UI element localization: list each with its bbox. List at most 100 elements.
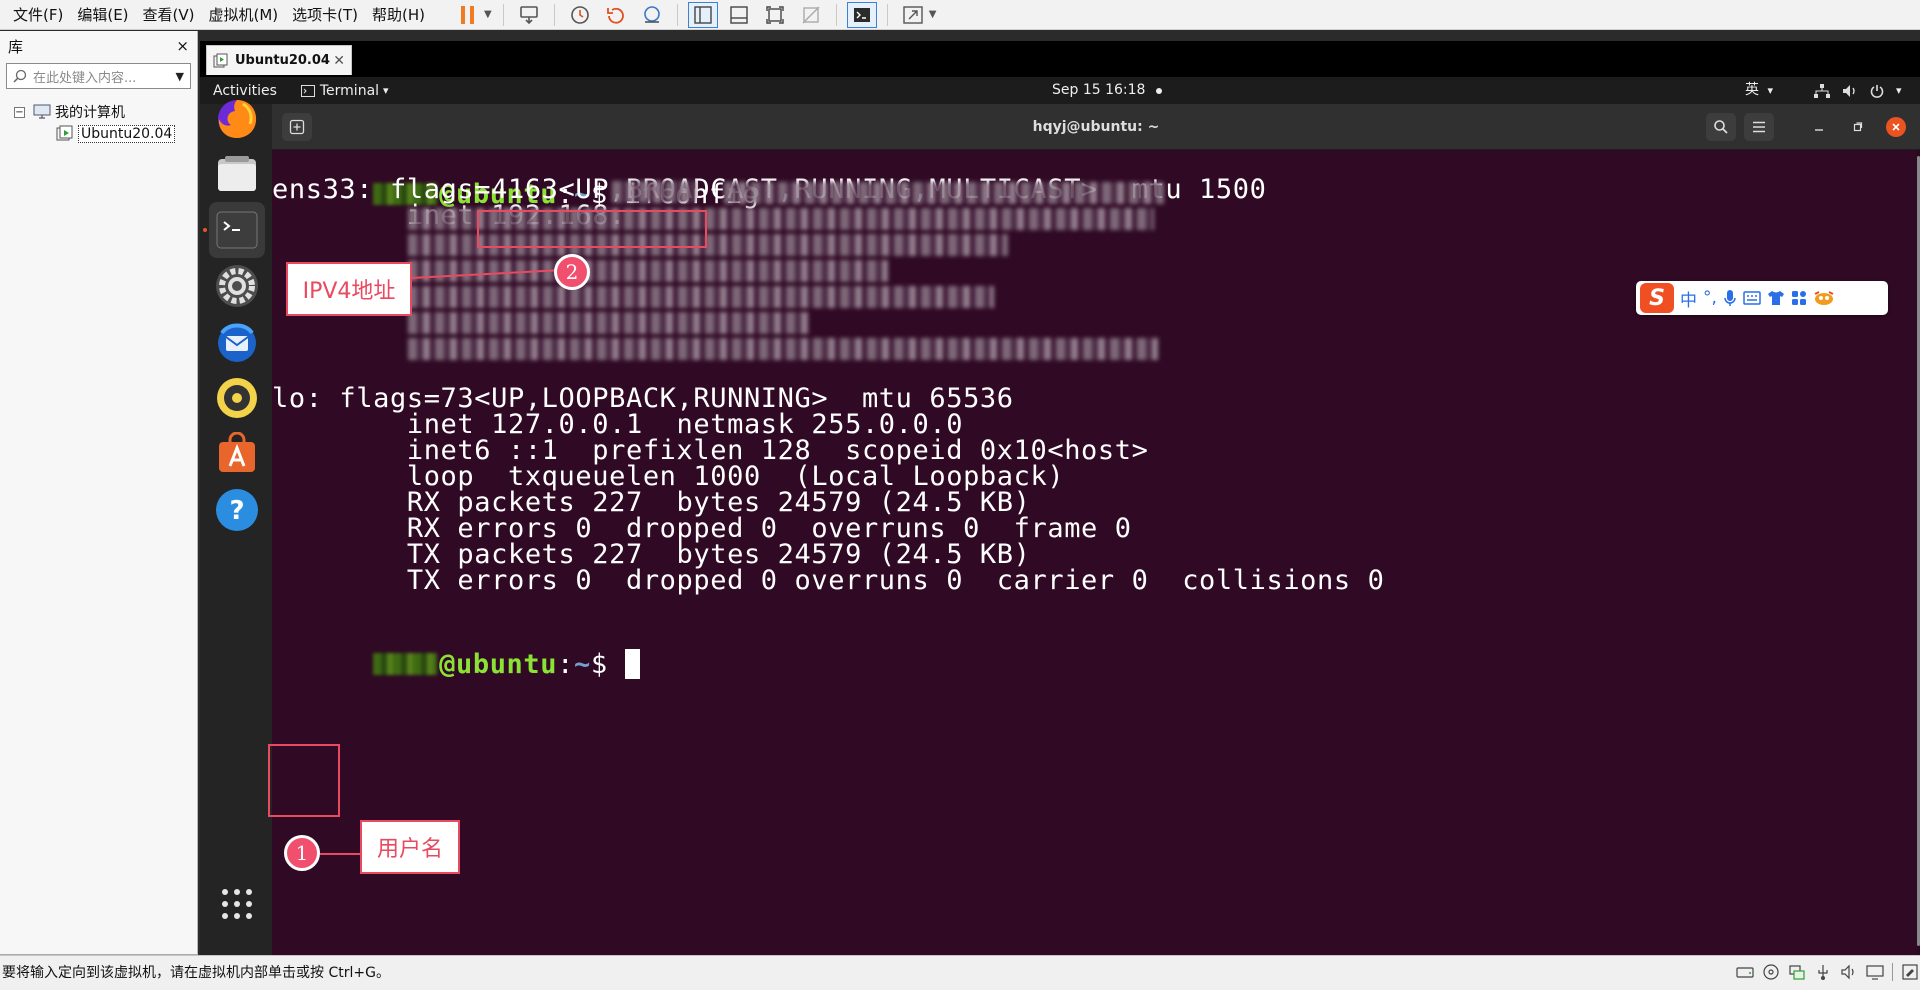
unity-disabled-icon — [802, 6, 820, 23]
terminal-search-button[interactable] — [1706, 113, 1736, 141]
tab-ubuntu[interactable]: Ubuntu20.04 ✕ — [206, 45, 352, 75]
usb-device-icon[interactable] — [1814, 963, 1832, 981]
tree-item-ubuntu-vm[interactable]: Ubuntu20.04 — [0, 123, 197, 145]
skin-shirt-icon[interactable] — [1767, 290, 1785, 306]
vmware-window: 文件(F) 编辑(E) 查看(V) 虚拟机(M) 选项卡(T) 帮助(H) ▼ — [0, 0, 1920, 990]
menu-view[interactable]: 查看(V) — [136, 0, 202, 30]
terminal-small-icon — [300, 84, 315, 97]
terminal-title: hqyj@ubuntu: ~ — [1032, 119, 1160, 135]
menu-file[interactable]: 文件(F) — [0, 0, 70, 30]
toolbox-grid-icon[interactable] — [1791, 290, 1807, 306]
library-title: 库 — [8, 37, 24, 56]
sogou-ime-toolbar[interactable]: S 中 °, — [1636, 281, 1888, 315]
dock-terminal[interactable] — [209, 202, 265, 258]
pause-dropdown-icon[interactable]: ▼ — [484, 9, 492, 20]
minimize-icon — [1815, 129, 1823, 131]
library-search-input[interactable]: 在此处键入内容... ▼ — [6, 63, 191, 89]
ime-punctuation-mode[interactable]: °, — [1703, 288, 1717, 308]
revert-icon — [606, 7, 624, 24]
username-blurred — [373, 653, 438, 675]
dock-help[interactable]: ? — [209, 482, 265, 538]
cd-dvd-icon[interactable] — [1762, 963, 1780, 981]
snapshot-button[interactable] — [565, 2, 595, 28]
dock-files[interactable] — [209, 146, 265, 202]
terminal-cursor — [624, 649, 640, 679]
dock-settings[interactable] — [209, 258, 265, 314]
tree-collapse-toggle[interactable]: − — [14, 106, 25, 118]
thumbnail-bar-button[interactable] — [724, 2, 754, 28]
input-method-label: 英 — [1745, 82, 1759, 98]
system-menu[interactable]: ▾ — [1814, 77, 1902, 104]
tree-item-my-computer[interactable]: − 我的计算机 — [0, 101, 197, 123]
keyboard-icon[interactable] — [1743, 291, 1761, 305]
fit-window-button[interactable] — [760, 2, 790, 28]
app-menu[interactable]: Terminal ▾ — [300, 82, 389, 99]
terminal-headerbar: hqyj@ubuntu: ~ — [272, 104, 1920, 150]
full-screen-button[interactable] — [898, 2, 928, 28]
full-screen-dropdown-icon[interactable]: ▼ — [929, 9, 937, 20]
toolbar-separator — [553, 3, 555, 26]
annotation-username-highlight — [268, 744, 340, 817]
annotation-ipv4-label: IPV4地址 — [286, 262, 412, 316]
prompt-separator: : — [557, 649, 574, 680]
menu-edit[interactable]: 编辑(E) — [70, 0, 135, 30]
terminal-menu-button[interactable] — [1744, 113, 1774, 141]
clock[interactable]: Sep 15 16:18 — [1052, 77, 1145, 104]
dock-rhythmbox[interactable] — [209, 370, 265, 426]
vmware-menubar: 文件(F) 编辑(E) 查看(V) 虚拟机(M) 选项卡(T) 帮助(H) ▼ — [0, 0, 1920, 30]
search-dropdown-icon[interactable]: ▼ — [176, 70, 184, 83]
disable-unity-button[interactable] — [796, 2, 826, 28]
show-library-button[interactable] — [687, 1, 718, 28]
settings-gear-icon — [216, 265, 258, 307]
close-window-button[interactable] — [1886, 117, 1906, 137]
sound-card-icon[interactable] — [1840, 963, 1858, 981]
volume-icon — [1843, 84, 1855, 97]
prompt-path: ~ — [574, 649, 591, 680]
software-store-icon — [219, 432, 255, 472]
dock-show-applications[interactable] — [209, 876, 265, 932]
dock-thunderbird[interactable] — [209, 314, 265, 370]
display-icon[interactable] — [1866, 963, 1884, 981]
input-method-indicator[interactable]: 英 ▾ — [1745, 77, 1773, 104]
library-panel: 库 × 在此处键入内容... ▼ − 我的计算机 Ubuntu20.04 — [0, 31, 198, 955]
library-close-button[interactable]: × — [176, 37, 189, 55]
snapshot-manager-icon — [643, 5, 660, 23]
message-log-icon[interactable] — [1901, 963, 1919, 981]
annotation-badge-1: 1 — [284, 835, 320, 871]
microphone-icon[interactable] — [1723, 289, 1737, 307]
app-grid-icon — [222, 889, 252, 919]
menu-tabs[interactable]: 选项卡(T) — [285, 0, 365, 30]
blurred-rx-packets — [408, 260, 888, 282]
hamburger-menu-icon — [1753, 121, 1765, 133]
pause-button[interactable] — [453, 2, 483, 28]
console-view-button[interactable] — [846, 1, 877, 28]
dock-software[interactable] — [209, 426, 265, 482]
blurred-rx-errors — [408, 286, 994, 308]
rhythmbox-icon — [217, 378, 257, 418]
network-adapter-icon[interactable] — [1788, 963, 1806, 981]
snapshot-manager-button[interactable] — [637, 2, 667, 28]
status-separator — [1892, 963, 1893, 981]
tab-close-button[interactable]: ✕ — [333, 53, 345, 69]
dock-firefox[interactable] — [209, 90, 265, 146]
sidebar-layout-icon — [694, 5, 712, 24]
search-icon — [1714, 120, 1728, 134]
search-icon — [13, 69, 27, 83]
app-menu-label: Terminal — [319, 82, 380, 99]
computer-icon — [33, 104, 51, 119]
sogou-logo-icon[interactable]: S — [1640, 283, 1674, 313]
send-ctrl-alt-del-button[interactable] — [514, 2, 544, 28]
minimize-button[interactable] — [1810, 118, 1828, 136]
ime-chinese-mode[interactable]: 中 — [1680, 286, 1697, 311]
menu-help[interactable]: 帮助(H) — [365, 0, 432, 30]
revert-snapshot-button[interactable] — [601, 2, 631, 28]
thumbnail-layout-icon — [730, 5, 748, 24]
hard-disk-icon[interactable] — [1736, 963, 1754, 981]
maximize-button[interactable] — [1849, 118, 1867, 136]
terminal-running-indicator — [203, 228, 207, 232]
menu-vm[interactable]: 虚拟机(M) — [202, 0, 286, 30]
status-message: 要将输入定向到该虚拟机，请在虚拟机内部单击或按 Ctrl+G。 — [2, 965, 390, 981]
terminal-line-prompt: @ubuntu:~$ — [272, 618, 640, 711]
close-icon — [1892, 123, 1900, 131]
mascot-icon[interactable] — [1813, 290, 1835, 306]
